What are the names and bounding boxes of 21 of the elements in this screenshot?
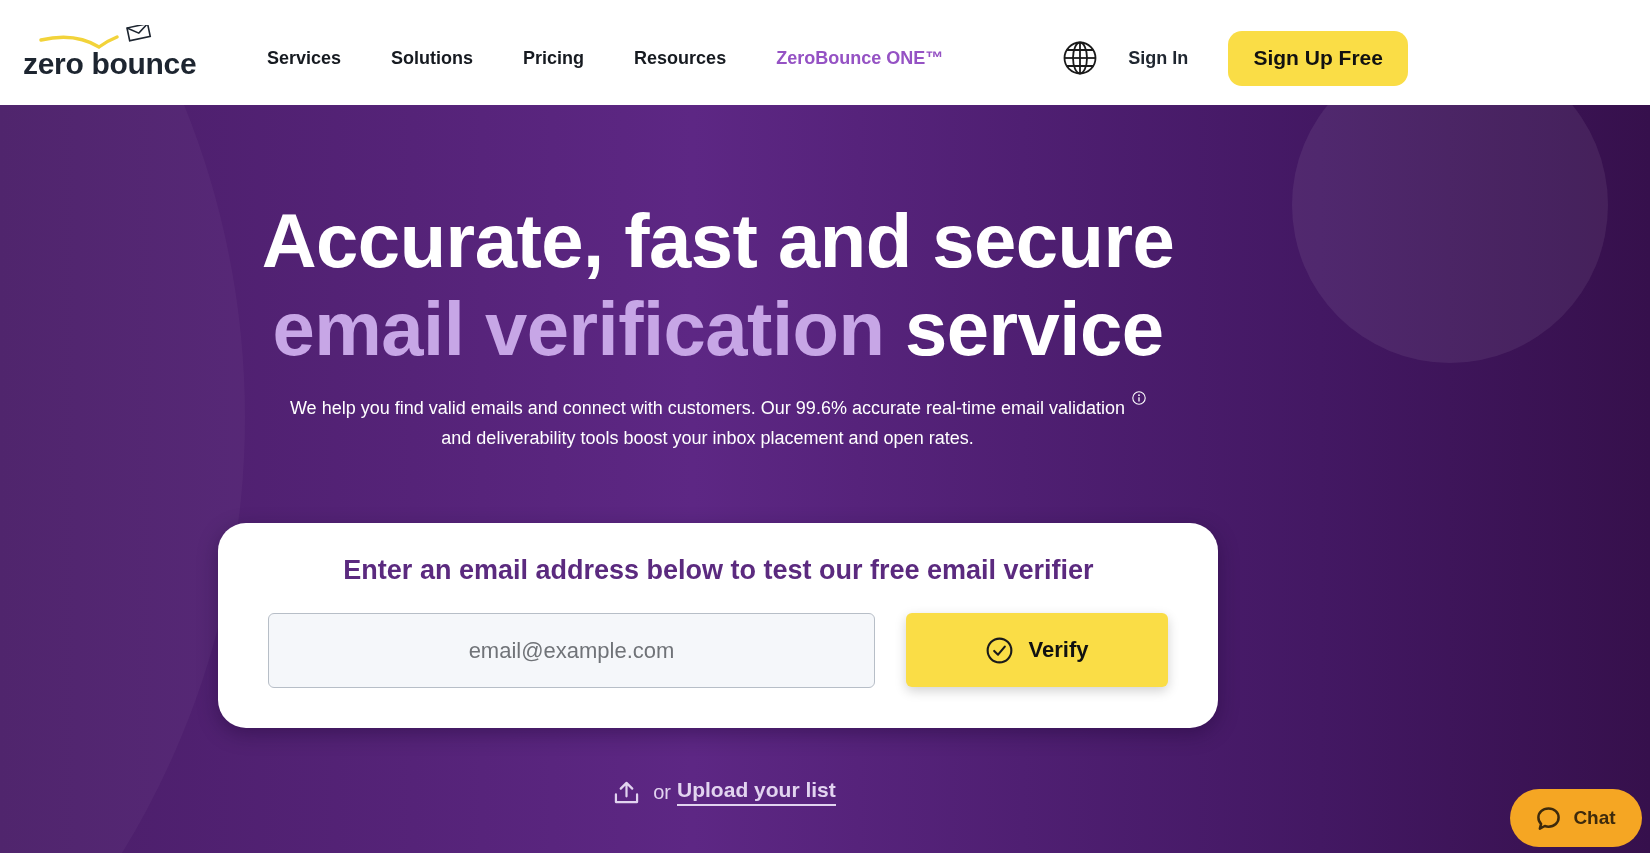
or-text: or [653, 780, 672, 804]
nav-link[interactable]: Pricing [523, 47, 585, 69]
info-icon[interactable] [1132, 391, 1147, 405]
sign-up-button[interactable]: Sign Up Free [1228, 30, 1409, 86]
nav-link[interactable]: Solutions [391, 47, 474, 69]
upload-list-link[interactable]: Upload your list [677, 778, 836, 806]
logo-link[interactable]: zero bounce [23, 25, 199, 79]
globe-icon[interactable] [1063, 41, 1098, 75]
nav-link[interactable]: Resources [634, 47, 727, 69]
check-circle-icon [985, 636, 1013, 664]
upload-icon[interactable] [614, 779, 640, 805]
speech-bubble-icon [1536, 805, 1562, 831]
verify-button[interactable]: Verify [906, 613, 1168, 687]
hero-heading: Accurate, fast and secure email verification service [261, 197, 1175, 373]
sign-in-link[interactable]: Sign In [1128, 47, 1189, 69]
email-input[interactable]: email@example.com [268, 613, 875, 688]
card-title: Enter an email address below to test our free email verifier [343, 554, 1094, 587]
nav-link[interactable]: Services [267, 47, 342, 69]
hero-description: We help you find valid emails and connect with customers. Our 99.6% accurate real-time email validation and deliverability tools boost your inbox placement and open rates. [289, 397, 1126, 450]
chat-button[interactable]: Chat [1510, 789, 1642, 847]
nav-link[interactable]: ZeroBounce ONE™ [776, 47, 944, 69]
